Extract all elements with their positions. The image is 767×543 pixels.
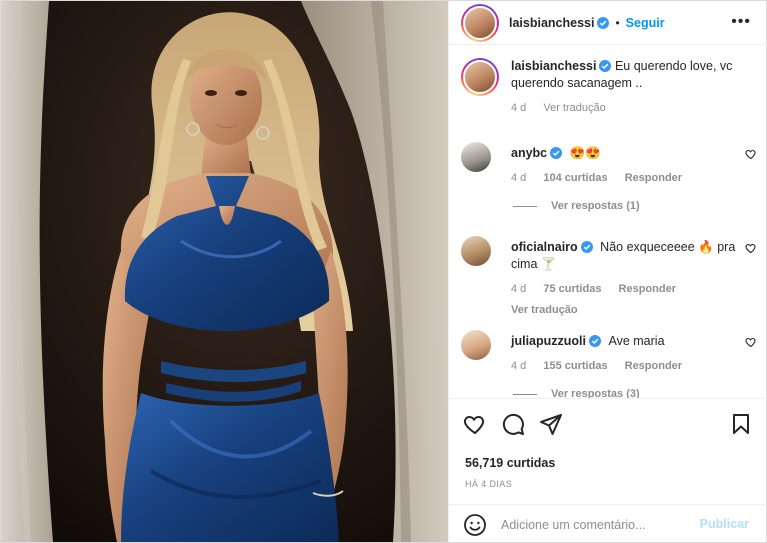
heart-icon[interactable] <box>463 412 487 436</box>
instagram-post-modal: laisbianchessi • Seguir ••• laisbianches… <box>0 0 767 543</box>
comment-row: juliapuzzuoli Ave maria 4 d 155 curtidas… <box>461 330 757 398</box>
caption-row: laisbianchessi Eu querendo love, vc quer… <box>461 58 757 128</box>
comment-age[interactable]: 4 d <box>511 360 526 372</box>
comment-translate-link[interactable]: Ver tradução <box>511 304 578 316</box>
emoji-icon[interactable] <box>463 513 487 537</box>
comment-username[interactable]: anybc <box>511 146 547 160</box>
replies-divider <box>513 393 537 395</box>
post-photo-illustration <box>1 1 448 542</box>
caption-avatar[interactable] <box>461 58 499 96</box>
comment-translate: Ver tradução <box>511 302 741 319</box>
commenter-avatar[interactable] <box>461 236 491 266</box>
caption-body: laisbianchessi Eu querendo love, vc quer… <box>511 58 741 117</box>
caption-translate-link[interactable]: Ver tradução <box>543 102 605 114</box>
comment-age[interactable]: 4 d <box>511 172 526 184</box>
comment-like-heart-icon[interactable] <box>745 336 757 348</box>
reply-button[interactable]: Responder <box>625 172 682 184</box>
comment-username[interactable]: oficialnairo <box>511 240 578 254</box>
separator-dot: • <box>615 15 620 30</box>
follow-button[interactable]: Seguir <box>626 16 665 30</box>
author-info: laisbianchessi • Seguir <box>509 16 665 30</box>
replies-divider <box>513 205 537 207</box>
comment-meta: 4 d 75 curtidas Responder <box>511 281 741 298</box>
comment-likes[interactable]: 104 curtidas <box>543 172 607 184</box>
comment-likes[interactable]: 75 curtidas <box>543 283 601 295</box>
comment-text: Ave maria <box>608 334 665 348</box>
publish-button[interactable]: Publicar <box>700 517 749 531</box>
comment-input[interactable] <box>501 517 691 532</box>
comment-username[interactable]: juliapuzzuoli <box>511 334 586 348</box>
likes-count[interactable]: 56,719 curtidas <box>465 456 555 470</box>
verified-badge-icon <box>599 60 612 72</box>
view-replies-label: Ver respostas (1) <box>551 200 640 212</box>
commenter-avatar[interactable] <box>461 142 491 172</box>
comment-age[interactable]: 4 d <box>511 283 526 295</box>
post-photo[interactable] <box>1 1 448 542</box>
comment-like-heart-icon[interactable] <box>745 242 757 254</box>
comment-likes[interactable]: 155 curtidas <box>543 360 607 372</box>
comment-body: oficialnairo Não exqueceeee 🔥 pra cima 🍸… <box>511 239 741 319</box>
comment-row: anybc 😍😍 4 d 104 curtidas Responder Ver … <box>461 142 757 222</box>
verified-badge-icon <box>580 241 593 253</box>
reply-button[interactable]: Responder <box>619 283 676 295</box>
comment-meta: 4 d 155 curtidas Responder <box>511 358 741 375</box>
comment-body: juliapuzzuoli Ave maria 4 d 155 curtidas… <box>511 333 741 375</box>
share-icon[interactable] <box>539 412 563 436</box>
post-header: laisbianchessi • Seguir ••• <box>449 1 767 45</box>
commenter-avatar[interactable] <box>461 330 491 360</box>
comment-composer: Publicar <box>449 504 767 543</box>
view-replies-button[interactable]: Ver respostas (3) <box>513 388 640 398</box>
post-date[interactable]: HÁ 4 DIAS <box>465 479 512 489</box>
caption-meta: 4 d Ver tradução <box>511 100 741 117</box>
author-avatar[interactable] <box>461 3 499 42</box>
more-options-icon[interactable]: ••• <box>731 14 751 30</box>
comments-list[interactable]: laisbianchessi Eu querendo love, vc quer… <box>449 46 767 398</box>
post-sidebar: laisbianchessi • Seguir ••• laisbianches… <box>448 1 767 543</box>
comment-body: anybc 😍😍 4 d 104 curtidas Responder <box>511 145 741 187</box>
comment-text: 😍😍 <box>569 146 601 160</box>
comment-meta: 4 d 104 curtidas Responder <box>511 170 741 187</box>
view-replies-label: Ver respostas (3) <box>551 388 640 398</box>
caption-username[interactable]: laisbianchessi <box>511 59 596 73</box>
comment-icon[interactable] <box>501 412 525 436</box>
action-icons <box>463 412 577 436</box>
reply-button[interactable]: Responder <box>625 360 682 372</box>
author-username[interactable]: laisbianchessi <box>509 16 594 30</box>
caption-age[interactable]: 4 d <box>511 102 526 114</box>
bookmark-icon[interactable] <box>729 412 753 436</box>
comment-like-heart-icon[interactable] <box>745 148 757 160</box>
comment-row: oficialnairo Não exqueceeee 🔥 pra cima 🍸… <box>461 236 757 316</box>
verified-badge-icon <box>597 16 610 29</box>
view-replies-button[interactable]: Ver respostas (1) <box>513 200 640 212</box>
verified-badge-icon <box>550 147 563 159</box>
verified-badge-icon <box>589 335 601 347</box>
